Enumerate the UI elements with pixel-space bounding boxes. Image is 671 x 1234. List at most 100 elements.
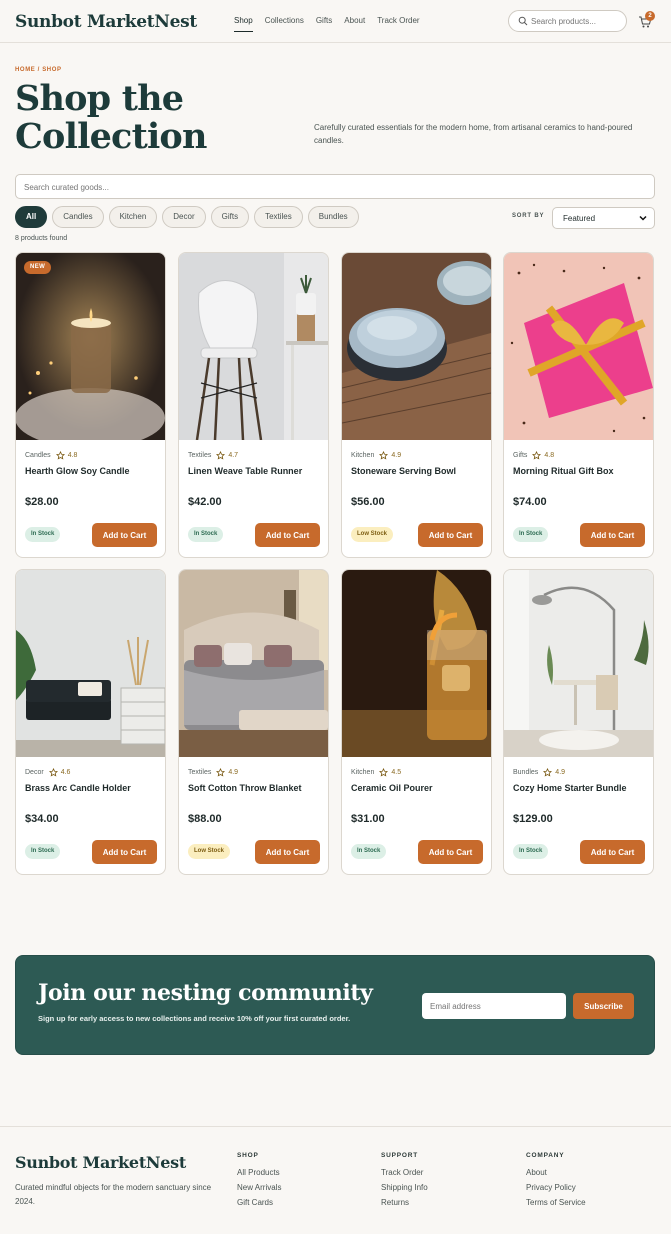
page-title: Shop the Collection xyxy=(15,78,207,157)
filter-all[interactable]: All xyxy=(15,206,48,228)
product-price: $28.00 xyxy=(25,496,59,508)
product-price: $42.00 xyxy=(188,496,222,508)
product-name[interactable]: Cozy Home Starter Bundle xyxy=(513,783,651,793)
product-meta: Bundles 4.9 xyxy=(513,768,565,777)
product-image[interactable] xyxy=(16,253,165,440)
add-to-cart-button[interactable]: Add to Cart xyxy=(92,523,157,547)
nav-gifts[interactable]: Gifts xyxy=(316,16,332,32)
header-search-input[interactable] xyxy=(531,15,623,28)
product-image[interactable] xyxy=(504,253,653,440)
footer-heading: SUPPORT xyxy=(381,1152,419,1159)
stock-badge: In Stock xyxy=(351,844,387,859)
product-meta: Gifts 4.8 xyxy=(513,451,554,460)
star-icon xyxy=(543,768,553,777)
product-rating: 4.6 xyxy=(60,769,71,776)
footer-link[interactable]: Privacy Policy xyxy=(526,1183,586,1193)
nav-collections[interactable]: Collections xyxy=(265,16,304,32)
product-rating: 4.8 xyxy=(67,452,78,459)
product-image[interactable] xyxy=(342,253,491,440)
product-image[interactable] xyxy=(16,570,165,757)
product-card[interactable]: NEW Candles 4.8 Hearth Glow Soy Candle $… xyxy=(15,252,166,558)
filter-kitchen[interactable]: Kitchen xyxy=(108,206,158,228)
filter-textiles[interactable]: Textiles xyxy=(254,206,303,228)
header-search[interactable] xyxy=(508,10,627,32)
stock-badge: In Stock xyxy=(25,527,61,542)
product-price: $34.00 xyxy=(25,813,59,825)
filter-candles[interactable]: Candles xyxy=(52,206,104,228)
sort-select[interactable]: Featured xyxy=(552,207,655,229)
product-card[interactable]: Textiles 4.9 Soft Cotton Throw Blanket $… xyxy=(178,569,329,875)
add-to-cart-button[interactable]: Add to Cart xyxy=(92,840,157,864)
product-meta: Decor 4.6 xyxy=(25,768,70,777)
footer-brand[interactable]: Sunbot MarketNest xyxy=(15,1153,186,1172)
product-card[interactable]: Kitchen 4.9 Stoneware Serving Bowl $56.0… xyxy=(341,252,492,558)
site-footer: Sunbot MarketNest Curated mindful object… xyxy=(0,1126,671,1234)
footer-link[interactable]: Gift Cards xyxy=(237,1198,281,1208)
product-price: $74.00 xyxy=(513,496,547,508)
footer-link[interactable]: Shipping Info xyxy=(381,1183,428,1193)
filter-bundles[interactable]: Bundles xyxy=(307,206,359,228)
product-name[interactable]: Hearth Glow Soy Candle xyxy=(25,466,163,476)
add-to-cart-button[interactable]: Add to Cart xyxy=(255,523,320,547)
product-card[interactable]: Textiles 4.7 Linen Weave Table Runner $4… xyxy=(178,252,329,558)
product-name[interactable]: Stoneware Serving Bowl xyxy=(351,466,489,476)
product-card[interactable]: Kitchen 4.5 Ceramic Oil Pourer $31.00 In… xyxy=(341,569,492,875)
site-header: Sunbot MarketNest Shop Collections Gifts… xyxy=(0,0,671,43)
stock-badge: Low Stock xyxy=(351,527,394,542)
new-badge: NEW xyxy=(24,261,52,274)
product-name[interactable]: Ceramic Oil Pourer xyxy=(351,783,489,793)
product-name[interactable]: Morning Ritual Gift Box xyxy=(513,466,651,476)
footer-tagline: Curated mindful objects for the modern s… xyxy=(15,1183,212,1206)
footer-link[interactable]: About xyxy=(526,1168,586,1178)
product-image[interactable] xyxy=(179,570,328,757)
nav-about[interactable]: About xyxy=(344,16,365,32)
product-category: Decor xyxy=(25,769,44,776)
footer-column-shop: SHOP All Products New Arrivals Gift Card… xyxy=(237,1152,281,1213)
product-image[interactable] xyxy=(342,570,491,757)
product-name[interactable]: Linen Weave Table Runner xyxy=(188,466,326,476)
product-rating: 4.9 xyxy=(555,769,566,776)
nav-track-order[interactable]: Track Order xyxy=(377,16,419,32)
footer-link[interactable]: Terms of Service xyxy=(526,1198,586,1208)
newsletter-email-input[interactable] xyxy=(430,1000,558,1012)
add-to-cart-button[interactable]: Add to Cart xyxy=(255,840,320,864)
stock-badge: In Stock xyxy=(188,527,224,542)
product-name[interactable]: Soft Cotton Throw Blanket xyxy=(188,783,326,793)
newsletter-subtitle: Sign up for early access to new collecti… xyxy=(38,1014,351,1023)
add-to-cart-button[interactable]: Add to Cart xyxy=(580,523,645,547)
product-image[interactable] xyxy=(179,253,328,440)
add-to-cart-button[interactable]: Add to Cart xyxy=(418,523,483,547)
star-icon xyxy=(379,768,389,777)
catalog-search-input[interactable] xyxy=(24,181,624,193)
footer-link[interactable]: Returns xyxy=(381,1198,428,1208)
filter-chips: All Candles Kitchen Decor Gifts Textiles… xyxy=(15,206,364,228)
product-rating: 4.5 xyxy=(391,769,402,776)
product-meta: Textiles 4.7 xyxy=(188,451,238,460)
catalog-search[interactable] xyxy=(15,174,655,199)
stock-badge: In Stock xyxy=(513,527,549,542)
nav-shop[interactable]: Shop xyxy=(234,16,253,32)
star-icon xyxy=(532,451,542,460)
subscribe-button[interactable]: Subscribe xyxy=(573,993,634,1019)
product-card[interactable]: Gifts 4.8 Morning Ritual Gift Box $74.00… xyxy=(503,252,654,558)
product-card[interactable]: Decor 4.6 Brass Arc Candle Holder $34.00… xyxy=(15,569,166,875)
brand-logo[interactable]: Sunbot MarketNest xyxy=(15,12,197,32)
product-price: $129.00 xyxy=(513,813,553,825)
footer-heading: COMPANY xyxy=(526,1152,565,1159)
product-price: $56.00 xyxy=(351,496,385,508)
filter-gifts[interactable]: Gifts xyxy=(210,206,250,228)
add-to-cart-button[interactable]: Add to Cart xyxy=(580,840,645,864)
product-card[interactable]: Bundles 4.9 Cozy Home Starter Bundle $12… xyxy=(503,569,654,875)
product-name[interactable]: Brass Arc Candle Holder xyxy=(25,783,163,793)
footer-link[interactable]: Track Order xyxy=(381,1168,428,1178)
newsletter-email-field[interactable] xyxy=(422,993,566,1019)
product-image[interactable] xyxy=(504,570,653,757)
product-category: Kitchen xyxy=(351,452,375,459)
add-to-cart-button[interactable]: Add to Cart xyxy=(418,840,483,864)
footer-link[interactable]: All Products xyxy=(237,1168,281,1178)
footer-link[interactable]: New Arrivals xyxy=(237,1183,281,1193)
results-count: 8 products found xyxy=(15,235,68,242)
product-meta: Kitchen 4.5 xyxy=(351,768,401,777)
page-subtitle: Carefully curated essentials for the mod… xyxy=(314,123,633,145)
filter-decor[interactable]: Decor xyxy=(162,206,206,228)
